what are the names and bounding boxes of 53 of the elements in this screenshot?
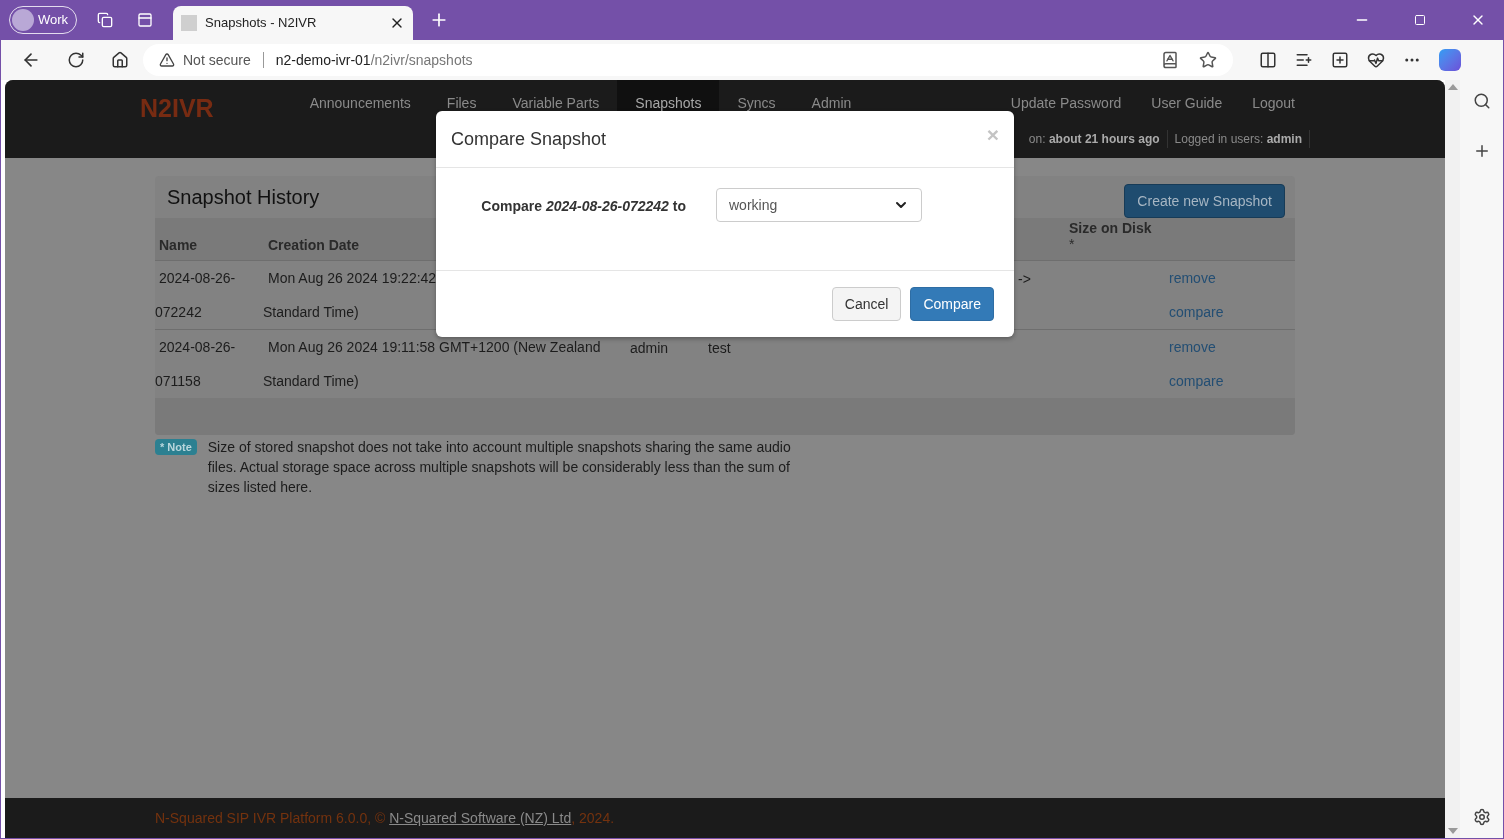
table-cell: test: [708, 340, 731, 356]
status-text: on: about 21 hours ago: [1021, 130, 1168, 148]
browser-essentials-icon[interactable]: [1367, 51, 1385, 69]
compare-button[interactable]: Compare: [910, 287, 994, 321]
column-header: Creation Date: [268, 236, 360, 255]
workspaces-icon[interactable]: [97, 12, 114, 28]
compare-label: Compare 2024-08-26-072242 to: [480, 197, 686, 216]
nav-link[interactable]: User Guide: [1136, 80, 1238, 126]
brand-logo: N2IVR: [140, 93, 214, 124]
snapshot-name: 072242: [155, 302, 203, 322]
read-aloud-icon[interactable]: [1161, 51, 1179, 69]
snapshot-name: 2024-08-26-: [158, 268, 237, 288]
warning-icon: [159, 52, 175, 68]
note-text: Size of stored snapshot does not take into account multiple snapshots sharing the same audio files. Actual storage space across multiple snapshots will be considerably less than the sum of sizes listed here.: [207, 438, 792, 497]
search-icon[interactable]: [1472, 92, 1491, 110]
browser-tab[interactable]: Snapshots - N2IVR: [173, 6, 414, 40]
snapshot-select[interactable]: working: [716, 188, 922, 222]
address-bar[interactable]: Not secure n2-demo-ivr-01/n2ivr/snapshots: [143, 44, 1233, 76]
url-text: n2-demo-ivr-01/n2ivr/snapshots: [275, 50, 473, 70]
cancel-button[interactable]: Cancel: [831, 287, 902, 321]
home-icon[interactable]: [111, 51, 129, 69]
nav-link[interactable]: Announcements: [291, 80, 429, 126]
creation-date: Mon Aug 26 2024 19:22:42: [267, 268, 438, 288]
tab-actions-icon[interactable]: [137, 12, 154, 28]
table-cell: ->: [1018, 271, 1031, 287]
note-badge: * Note: [155, 439, 197, 455]
snapshot-name: 071158: [155, 371, 202, 391]
table-cell: admin: [630, 340, 669, 356]
security-label: Not secure: [183, 50, 251, 70]
collections-icon[interactable]: [1331, 51, 1349, 69]
column-header: Size on Disk: [1069, 220, 1153, 236]
split-screen-icon[interactable]: [1259, 51, 1277, 69]
dialog-title: Compare Snapshot: [451, 127, 607, 151]
creation-date: Standard Time): [263, 371, 360, 391]
create-snapshot-button[interactable]: Create new Snapshot: [1124, 184, 1285, 218]
avatar-icon: [12, 9, 34, 31]
reload-icon[interactable]: [67, 51, 85, 69]
column-header: Name: [159, 236, 198, 255]
status-text: Logged in users: admin: [1167, 130, 1310, 148]
footer-text: N-Squared SIP IVR Platform 6.0.0, © N-Squared Software (NZ) Ltd, 2024.: [155, 808, 615, 828]
snapshot-name: 2024-08-26-: [158, 337, 237, 357]
panel-title: Snapshot History: [167, 185, 320, 210]
footnote-mark: *: [1069, 236, 1076, 252]
favicon-icon: [181, 15, 198, 31]
copilot-icon[interactable]: [1439, 49, 1461, 71]
favorites-icon[interactable]: [1295, 51, 1313, 69]
maximize-icon[interactable]: [1414, 14, 1426, 26]
favorite-icon[interactable]: [1199, 51, 1217, 69]
tab-title: Snapshots - N2IVR: [205, 14, 318, 33]
settings-icon[interactable]: [1472, 808, 1491, 826]
creation-date: Standard Time): [263, 302, 360, 322]
nav-link[interactable]: Logout: [1237, 80, 1310, 126]
creation-date: Mon Aug 26 2024 19:11:58 GMT+1200 (New Zealand: [267, 337, 602, 357]
